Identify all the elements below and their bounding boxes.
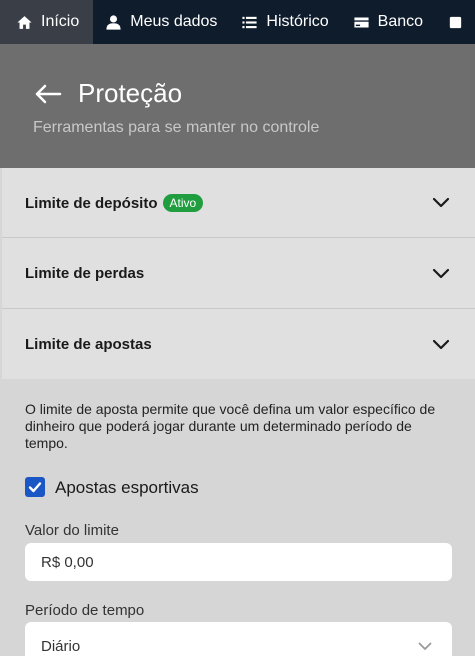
bets-limit-description: O limite de aposta permite que você defi… bbox=[25, 401, 436, 451]
tab-banco[interactable]: Banco bbox=[341, 0, 435, 44]
checkmark-icon bbox=[28, 482, 42, 493]
tab-label: Histórico bbox=[266, 13, 329, 30]
more-icon bbox=[449, 16, 462, 28]
accordion-bets-limit[interactable]: Limite de apostas bbox=[2, 309, 475, 379]
sports-bets-checkbox-label[interactable]: Apostas esportivas bbox=[55, 478, 199, 498]
status-badge: Ativo bbox=[162, 194, 204, 212]
tab-more[interactable] bbox=[435, 0, 475, 44]
back-button[interactable] bbox=[34, 84, 62, 104]
list-icon bbox=[242, 16, 258, 28]
loss-limit-label: Limite de perdas bbox=[25, 265, 145, 282]
page-subtitle: Ferramentas para se manter no controle bbox=[33, 119, 320, 136]
accordion-loss-limit[interactable]: Limite de perdas bbox=[2, 238, 475, 309]
deposit-limit-label: Limite de depósito bbox=[25, 195, 158, 212]
chevron-down-icon bbox=[418, 642, 432, 650]
arrow-left-icon bbox=[35, 84, 62, 104]
card-icon bbox=[354, 17, 369, 27]
bets-limit-panel: O limite de aposta permite que você defi… bbox=[2, 379, 475, 656]
user-icon bbox=[106, 14, 121, 30]
limit-value-input[interactable] bbox=[25, 543, 452, 581]
chevron-down-icon bbox=[432, 268, 450, 279]
accordion-deposit-limit[interactable]: Limite de depósito Ativo bbox=[2, 168, 475, 238]
accordion-label: Limite de depósito Ativo bbox=[25, 194, 204, 212]
tab-inicio[interactable]: Início bbox=[0, 0, 94, 44]
tab-label: Meus dados bbox=[130, 13, 218, 30]
home-icon bbox=[17, 15, 32, 29]
bets-limit-label: Limite de apostas bbox=[25, 336, 152, 353]
time-period-value: Diário bbox=[41, 638, 81, 655]
top-navigation: Início Meus dados Histórico Banco bbox=[0, 0, 475, 44]
tab-meus-dados[interactable]: Meus dados bbox=[93, 0, 229, 44]
page-title: Proteção bbox=[78, 78, 183, 108]
sports-bets-checkbox[interactable] bbox=[25, 477, 45, 497]
tab-historico[interactable]: Histórico bbox=[229, 0, 340, 44]
limit-value-label: Valor do limite bbox=[25, 522, 119, 539]
time-period-label: Período de tempo bbox=[25, 602, 145, 619]
tab-label: Início bbox=[41, 13, 80, 30]
page-header: Proteção Ferramentas para se manter no c… bbox=[0, 44, 475, 168]
tab-label: Banco bbox=[377, 13, 424, 30]
chevron-down-icon bbox=[432, 197, 450, 208]
chevron-down-icon bbox=[432, 339, 450, 350]
time-period-select[interactable]: Diário bbox=[25, 622, 452, 656]
